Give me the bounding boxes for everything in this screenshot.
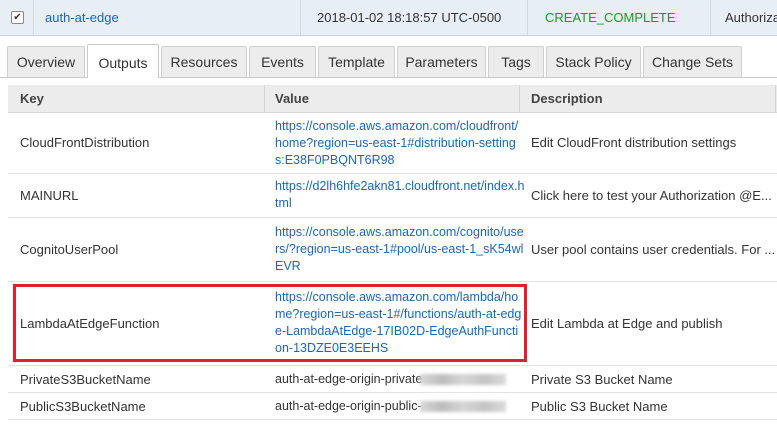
column-divider <box>710 0 711 35</box>
stack-select-checkbox[interactable]: ✔ <box>11 11 24 24</box>
output-value: auth-at-edge-origin-private <box>275 371 525 388</box>
output-key: CloudFrontDistribution <box>20 135 150 150</box>
tab-parameters[interactable]: Parameters <box>397 46 486 77</box>
tab-resources[interactable]: Resources <box>161 46 247 77</box>
column-header-description[interactable]: Description <box>531 85 603 112</box>
output-value-link[interactable]: https://console.aws.amazon.com/cloudfron… <box>275 118 525 169</box>
output-description: Public S3 Bucket Name <box>531 399 668 414</box>
column-divider <box>264 85 265 112</box>
output-value-link[interactable]: https://console.aws.amazon.com/cognito/u… <box>275 224 525 275</box>
table-row: LambdaAtEdgeFunction https://console.aws… <box>8 282 777 366</box>
stack-name-link[interactable]: auth-at-edge <box>45 0 290 35</box>
tab-template[interactable]: Template <box>318 46 395 77</box>
tab-overview[interactable]: Overview <box>7 46 85 77</box>
stack-status: CREATE_COMPLETE <box>545 10 676 25</box>
column-divider <box>527 0 528 35</box>
stack-created-time: 2018-01-02 18:18:57 UTC-0500 <box>317 10 502 25</box>
column-divider <box>519 85 520 112</box>
tab-stack-policy[interactable]: Stack Policy <box>546 46 641 77</box>
output-value-link[interactable]: https://d2lh6hfe2akn81.cloudfront.net/in… <box>275 178 525 212</box>
output-description: User pool contains user credentials. For… <box>531 242 775 257</box>
table-row: PublicS3BucketName auth-at-edge-origin-p… <box>8 393 777 420</box>
output-value-link[interactable]: https://console.aws.amazon.com/lambda/ho… <box>275 289 525 357</box>
table-header: Key Value Description <box>8 85 777 113</box>
output-description: Private S3 Bucket Name <box>531 372 673 387</box>
redacted-blur <box>419 401 506 413</box>
table-row: MAINURL https://d2lh6hfe2akn81.cloudfron… <box>8 174 777 218</box>
output-value-text: auth-at-edge-origin-private <box>275 372 423 386</box>
stack-detail-tabs: Overview Outputs Resources Events Templa… <box>0 44 777 78</box>
table-row: CloudFrontDistribution https://console.a… <box>8 113 777 174</box>
table-row: CognitoUserPool https://console.aws.amaz… <box>8 218 777 282</box>
outputs-table: Key Value Description CloudFrontDistribu… <box>0 85 777 430</box>
output-key: PrivateS3BucketName <box>20 372 151 387</box>
stack-description: Authorization <box>725 10 777 25</box>
table-row: PrivateS3BucketName auth-at-edge-origin-… <box>8 366 777 393</box>
column-header-key[interactable]: Key <box>20 85 44 112</box>
tab-outputs[interactable]: Outputs <box>87 44 159 78</box>
column-divider <box>300 0 301 35</box>
output-value-text: auth-at-edge-origin-public- <box>275 399 422 413</box>
stack-row[interactable]: ✔ auth-at-edge 2018-01-02 18:18:57 UTC-0… <box>0 0 777 36</box>
column-divider <box>775 85 776 112</box>
column-header-value[interactable]: Value <box>275 85 309 112</box>
output-key: LambdaAtEdgeFunction <box>20 316 160 331</box>
output-description: Edit Lambda at Edge and publish <box>531 316 723 331</box>
output-value: auth-at-edge-origin-public- <box>275 398 525 415</box>
tab-tags[interactable]: Tags <box>488 46 544 77</box>
output-description: Edit CloudFront distribution settings <box>531 135 737 150</box>
output-description: Click here to test your Authorization @E… <box>531 188 772 203</box>
output-key: PublicS3BucketName <box>20 399 146 414</box>
output-key: CognitoUserPool <box>20 242 119 257</box>
tab-change-sets[interactable]: Change Sets <box>643 46 742 77</box>
redacted-blur <box>420 374 507 386</box>
column-divider <box>33 0 34 35</box>
tab-events[interactable]: Events <box>249 46 316 77</box>
output-key: MAINURL <box>20 188 79 203</box>
